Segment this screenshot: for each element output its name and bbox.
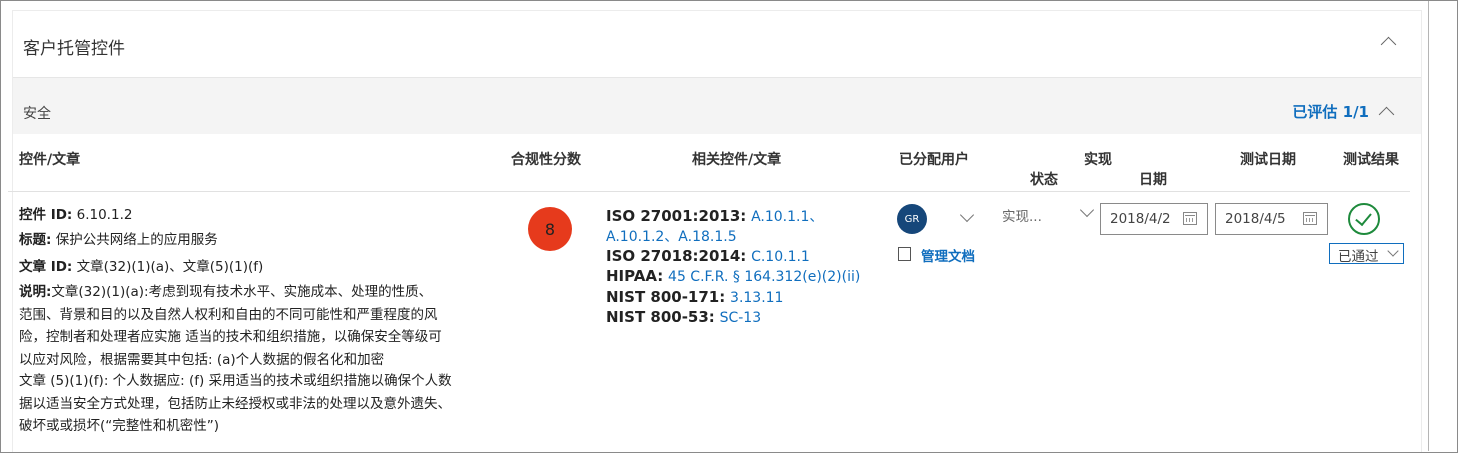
test-result-dropdown[interactable]: 已通过: [1329, 243, 1404, 265]
checkmark-icon: [1355, 208, 1372, 227]
description-line: 破坏或或损坏(“完整性和机密性”): [19, 418, 220, 434]
related-control: NIST 800-53: SC-13: [606, 307, 761, 328]
related-control: ISO 27001:2013: A.10.1.1、: [606, 206, 823, 227]
calendar-icon[interactable]: [1183, 212, 1197, 225]
manage-documents-label: 管理文档: [921, 249, 975, 265]
related-standard: ISO 27001:2013:: [606, 207, 747, 225]
description-article-5: 文章 (5)(1)(f): 个人数据应: (f) 采用适当的技术或组织措施以确保…: [19, 370, 509, 438]
related-control: ISO 27018:2014: C.10.1.1: [606, 246, 810, 267]
control-id: 控件 ID: 6.10.1.2: [19, 204, 132, 226]
test-result-value: 已通过: [1338, 249, 1379, 265]
col-header-assigned: 已分配用户: [899, 152, 969, 168]
related-link[interactable]: A.10.1.1、: [751, 209, 823, 225]
control-id-label: 控件 ID:: [19, 207, 73, 223]
description-line: 文章(32)(1)(a):考虑到现有技术水平、实施成本、处理的性质、: [51, 284, 433, 300]
description-line: 险，控制者和处理者应实施 适当的技术和组织措施，以确保安全等级可: [19, 329, 442, 345]
related-link[interactable]: 45 C.F.R. § 164.312(e)(2)(ii): [668, 269, 860, 285]
header-divider: [8, 191, 1410, 192]
article-id-label: 文章 ID:: [19, 259, 73, 275]
section-title: 客户托管控件: [23, 39, 125, 59]
related-control: HIPAA: 45 C.F.R. § 164.312(e)(2)(ii): [606, 266, 860, 287]
description-line: 据以适当安全方式处理，包括防止未经授权或非法的处理以及意外遗失、: [19, 395, 451, 412]
test-date-picker[interactable]: 2018/4/5: [1215, 203, 1328, 235]
chevron-up-icon[interactable]: [1378, 106, 1395, 123]
related-standard: NIST 800-171:: [606, 288, 726, 306]
related-control: NIST 800-171: 3.13.11: [606, 287, 783, 308]
col-header-impl: 实现: [1084, 152, 1112, 168]
related-standard: NIST 800-53:: [606, 308, 715, 326]
col-header-score: 合规性分数: [511, 152, 581, 168]
evaluated-status: 已评估 1/1: [1292, 103, 1369, 121]
chevron-down-icon[interactable]: [1387, 245, 1399, 257]
related-link[interactable]: A.10.1.2、A.18.1.5: [606, 229, 737, 245]
description-line: 文章 (5)(1)(f): 个人数据应: (f) 采用适当的技术或组织措施以确保…: [19, 373, 452, 389]
control-title: 标题: 保护公共网络上的应用服务: [19, 229, 218, 251]
related-link[interactable]: 3.13.11: [730, 290, 783, 306]
col-header-control: 控件/文章: [19, 152, 81, 168]
control-id-value: 6.10.1.2: [76, 207, 133, 223]
test-date-value: 2018/4/5: [1225, 211, 1286, 227]
checkmark-circle-icon: [1348, 203, 1380, 235]
group-header-security[interactable]: 安全 已评估 1/1: [13, 77, 1421, 134]
col-header-test-result: 测试结果: [1343, 152, 1399, 168]
chevron-up-icon[interactable]: [1380, 36, 1397, 53]
col-header-impl-date: 日期: [1139, 172, 1167, 188]
related-link[interactable]: C.10.1.1: [751, 249, 810, 265]
description: 说明:文章(32)(1)(a):考虑到现有技术水平、实施成本、处理的性质、 范围…: [19, 281, 509, 371]
related-control: A.10.1.2、A.18.1.5: [606, 226, 737, 247]
scrollbar-divider: [1428, 1, 1429, 451]
related-standard: HIPAA:: [606, 267, 664, 285]
calendar-icon[interactable]: [1303, 212, 1317, 225]
impl-state-dropdown[interactable]: 实现...: [1002, 205, 1042, 225]
title-value: 保护公共网络上的应用服务: [55, 232, 218, 248]
description-line: 范围、背景和目的以及自然人权利和自由的不同可能性和严重程度的风: [19, 306, 438, 323]
related-link[interactable]: SC-13: [720, 310, 762, 326]
col-header-related: 相关控件/文章: [692, 152, 782, 168]
col-header-impl-state: 状态: [1030, 172, 1058, 188]
article-id: 文章 ID: 文章(32)(1)(a)、文章(5)(1)(f): [19, 256, 263, 278]
related-standard: ISO 27018:2014:: [606, 247, 747, 265]
title-label: 标题:: [19, 232, 52, 248]
col-header-test-date: 测试日期: [1240, 152, 1296, 168]
impl-state-value: 实现...: [1002, 209, 1042, 225]
section-header[interactable]: 客户托管控件: [13, 11, 1421, 77]
group-title: 安全: [23, 106, 51, 122]
document-icon: [898, 247, 911, 261]
manage-documents-link[interactable]: 管理文档: [921, 245, 975, 265]
article-id-value: 文章(32)(1)(a)、文章(5)(1)(f): [76, 259, 264, 275]
compliance-score-badge: 8: [528, 207, 572, 251]
impl-date-picker[interactable]: 2018/4/2: [1100, 203, 1208, 235]
user-avatar[interactable]: GR: [897, 204, 927, 234]
description-line: 以应对风险，根据需要其中包括: (a)个人数据的假名化和加密: [19, 351, 385, 368]
description-label: 说明:: [19, 284, 52, 300]
impl-date-value: 2018/4/2: [1110, 211, 1171, 227]
